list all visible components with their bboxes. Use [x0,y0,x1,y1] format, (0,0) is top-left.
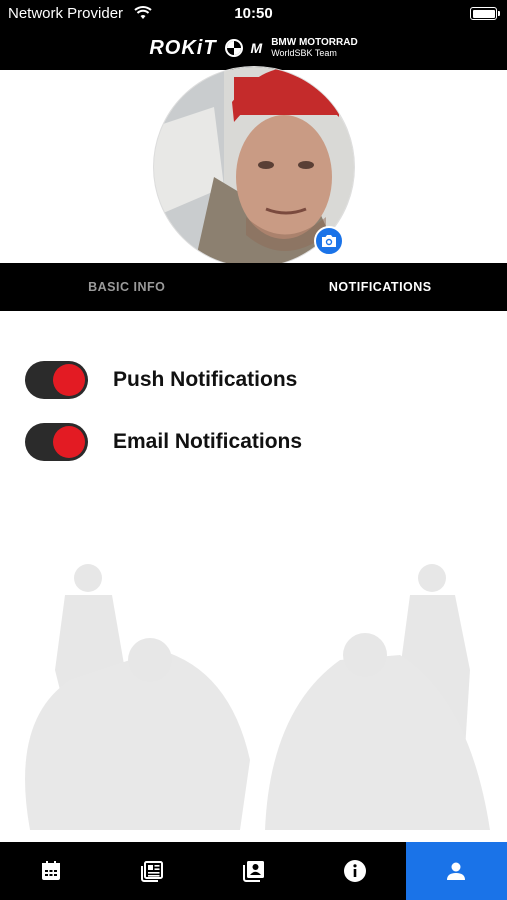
nav-info[interactable] [304,842,405,900]
bottom-nav [0,842,507,900]
setting-row-push: Push Notifications [25,360,302,400]
team-name-line1: BMW MOTORRAD [271,37,358,48]
profile-header [0,66,507,268]
profile-icon [447,862,466,880]
app-header: Network Provider 10:50 ROKiT M BMW MOTOR… [0,0,507,70]
riders-background-image [25,564,490,830]
brand-logo: ROKiT M BMW MOTORRAD WorldSBK Team [0,36,507,60]
clock: 10:50 [234,5,273,22]
calendar-icon [41,861,60,880]
notification-settings: Push Notifications Email Notifications [25,360,302,484]
nav-news[interactable] [101,842,202,900]
nav-profile[interactable] [405,842,507,900]
push-notifications-toggle[interactable] [25,361,88,399]
profile-tabs: BASIC INFO NOTIFICATIONS [0,263,507,311]
nav-calendar[interactable] [0,842,101,900]
camera-icon [322,235,336,247]
team-name-line2: WorldSBK Team [271,48,337,58]
email-notifications-label: Email Notifications [113,430,303,453]
setting-row-email: Email Notifications [25,422,302,462]
info-icon [343,860,366,882]
toggle-knob [53,426,85,458]
status-bar: Network Provider 10:50 [0,0,507,28]
toggle-knob [53,364,85,396]
tab-notifications[interactable]: NOTIFICATIONS [254,263,507,311]
m-logo: M [250,40,263,56]
contacts-icon [242,861,264,882]
nav-contacts[interactable] [203,842,304,900]
push-notifications-label: Push Notifications [113,368,298,391]
team-name: BMW MOTORRAD WorldSBK Team [271,37,358,59]
news-icon [141,861,164,882]
battery-icon [470,7,500,20]
email-notifications-toggle[interactable] [25,423,88,461]
bmw-roundel-icon [224,39,243,57]
rokit-logo: ROKiT [149,36,217,59]
change-photo-button[interactable] [314,226,344,256]
tab-basic-info[interactable]: BASIC INFO [0,263,254,311]
